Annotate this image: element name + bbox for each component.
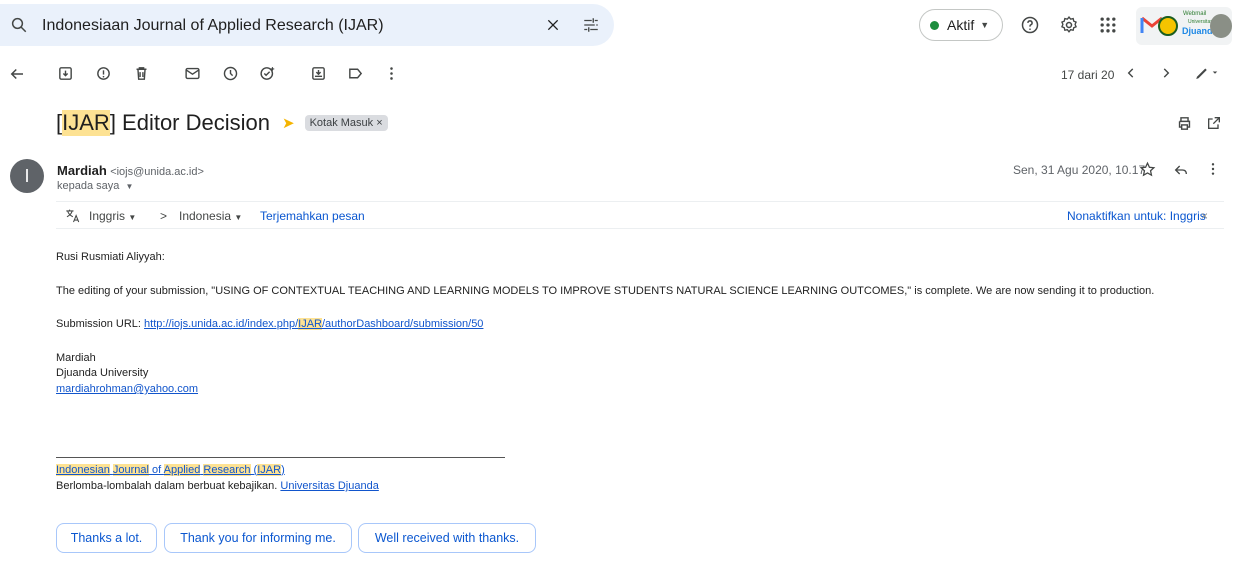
signature-email-link[interactable]: mardiahrohman@yahoo.com [56,383,198,395]
close-icon[interactable]: × [1201,209,1208,223]
footer-word: Research [203,464,251,476]
reply-icon[interactable] [1173,162,1189,178]
apps-grid-icon[interactable] [1098,15,1118,35]
chevron-right-icon[interactable] [1159,66,1173,80]
chevron-down-icon: ▼ [234,213,243,222]
target-language-select[interactable]: Indonesia ▼ [179,209,242,223]
motto-text: Berlomba-lombalah dalam berbuat kebajika… [56,480,281,492]
search-options-icon[interactable] [582,16,600,34]
search-input[interactable]: Indonesiaan Journal of Applied Research … [42,17,384,35]
email-date: Sen, 31 Agu 2020, 10.17 [1013,163,1146,177]
sender-line: Mardiah <iojs@unida.ac.id> [57,163,204,178]
more-vertical-icon[interactable] [1205,161,1221,177]
translate-message-link[interactable]: Terjemahkan pesan [260,209,365,223]
signature-name: Mardiah [56,352,96,364]
signature-divider [56,457,505,458]
translate-bar: Inggris ▼ > Indonesia ▼ Terjemahkan pesa… [56,201,1224,229]
subject-text: ] Editor Decision [109,110,270,135]
footer-word: Indonesian [56,464,110,476]
footer-word: of [148,464,164,476]
settings-gear-icon[interactable] [1059,15,1079,35]
move-to-icon[interactable] [310,65,327,82]
chevron-down-icon: ▼ [128,213,137,222]
submission-url-line: Submission URL: http://iojs.unida.ac.id/… [56,318,483,330]
pagination-counter: 17 dari 20 [1061,68,1115,82]
journal-link[interactable]: Indonesian Journal of Applied Research (… [56,464,285,476]
label-icon[interactable] [347,65,364,82]
back-arrow-icon[interactable] [8,65,26,83]
recipient-label: kepada saya [57,180,120,192]
disable-translation-link[interactable]: Nonaktifkan untuk: Inggris [1067,209,1206,223]
mark-unread-icon[interactable] [184,65,201,82]
motto-line: Berlomba-lombalah dalam berbuat kebajika… [56,480,379,492]
report-spam-icon[interactable] [95,65,112,82]
footer-paren: ) [281,464,285,476]
add-to-tasks-icon[interactable] [259,65,276,82]
inbox-label-chip[interactable]: Kotak Masuk × [304,115,388,131]
smart-reply-button[interactable]: Thank you for informing me. [164,523,352,553]
smart-reply-button[interactable]: Thanks a lot. [56,523,157,553]
smart-reply-button[interactable]: Well received with thanks. [358,523,536,553]
logo-line-2: Universitas [1188,19,1213,25]
journal-footer[interactable]: Indonesian Journal of Applied Research (… [56,464,285,476]
url-part-1: http://iojs.unida.ac.id/index.php/ [144,318,299,330]
message-text: The editing of your submission, "USING O… [56,285,1155,297]
sender-avatar[interactable]: I [10,159,44,193]
university-link[interactable]: Universitas Djuanda [280,480,378,492]
signature-org: Djuanda University [56,367,149,379]
open-new-window-icon[interactable] [1206,115,1222,131]
delete-icon[interactable] [133,65,150,82]
chevron-left-icon[interactable] [1124,66,1138,80]
clear-search-icon[interactable] [545,17,561,33]
importance-marker-icon[interactable]: ➤ [282,114,295,132]
status-label: Aktif [947,17,975,33]
more-vertical-icon[interactable] [383,65,400,82]
status-chip[interactable]: Aktif ▼ [919,9,1003,41]
organization-logo[interactable]: Webmail Universitas Djuanda [1136,7,1232,45]
profile-avatar[interactable] [1210,14,1232,38]
sender-name[interactable]: Mardiah [57,163,107,178]
star-icon[interactable] [1139,161,1156,178]
recipient-line[interactable]: kepada saya ▼ [57,180,133,192]
snooze-clock-icon[interactable] [222,65,239,82]
footer-word: Journal [112,464,149,476]
url-part-2: /authorDashboard/submission/50 [322,318,484,330]
sender-email: <iojs@unida.ac.id> [110,166,204,178]
chevron-down-icon: ▼ [980,20,990,30]
input-tools-pen-icon[interactable] [1193,64,1219,82]
university-seal-icon [1158,16,1178,36]
search-icon[interactable] [10,16,28,34]
logo-line-1: Webmail [1183,11,1207,17]
greeting: Rusi Rusmiati Aliyyah: [56,251,165,263]
translate-icon [65,208,82,223]
submission-url-link[interactable]: http://iojs.unida.ac.id/index.php/IJAR/a… [144,318,483,330]
source-language-select[interactable]: Inggris ▼ [89,209,136,223]
status-dot-icon [930,20,939,30]
source-language-label: Inggris [89,209,126,223]
archive-icon[interactable] [57,65,74,82]
footer-word: Applied [163,464,201,476]
help-icon[interactable] [1020,15,1040,35]
subject-highlight: IJAR [62,110,110,136]
url-label: Submission URL: [56,318,145,330]
url-highlight: IJAR [298,318,322,330]
target-language-label: Indonesia [179,209,232,223]
footer-word: IJAR [257,464,282,476]
print-icon[interactable] [1176,115,1193,132]
email-subject: [IJAR] Editor Decision ➤ Kotak Masuk × [56,110,388,136]
chevron-down-icon[interactable]: ▼ [125,182,133,191]
arrow-right-icon: > [160,209,168,223]
